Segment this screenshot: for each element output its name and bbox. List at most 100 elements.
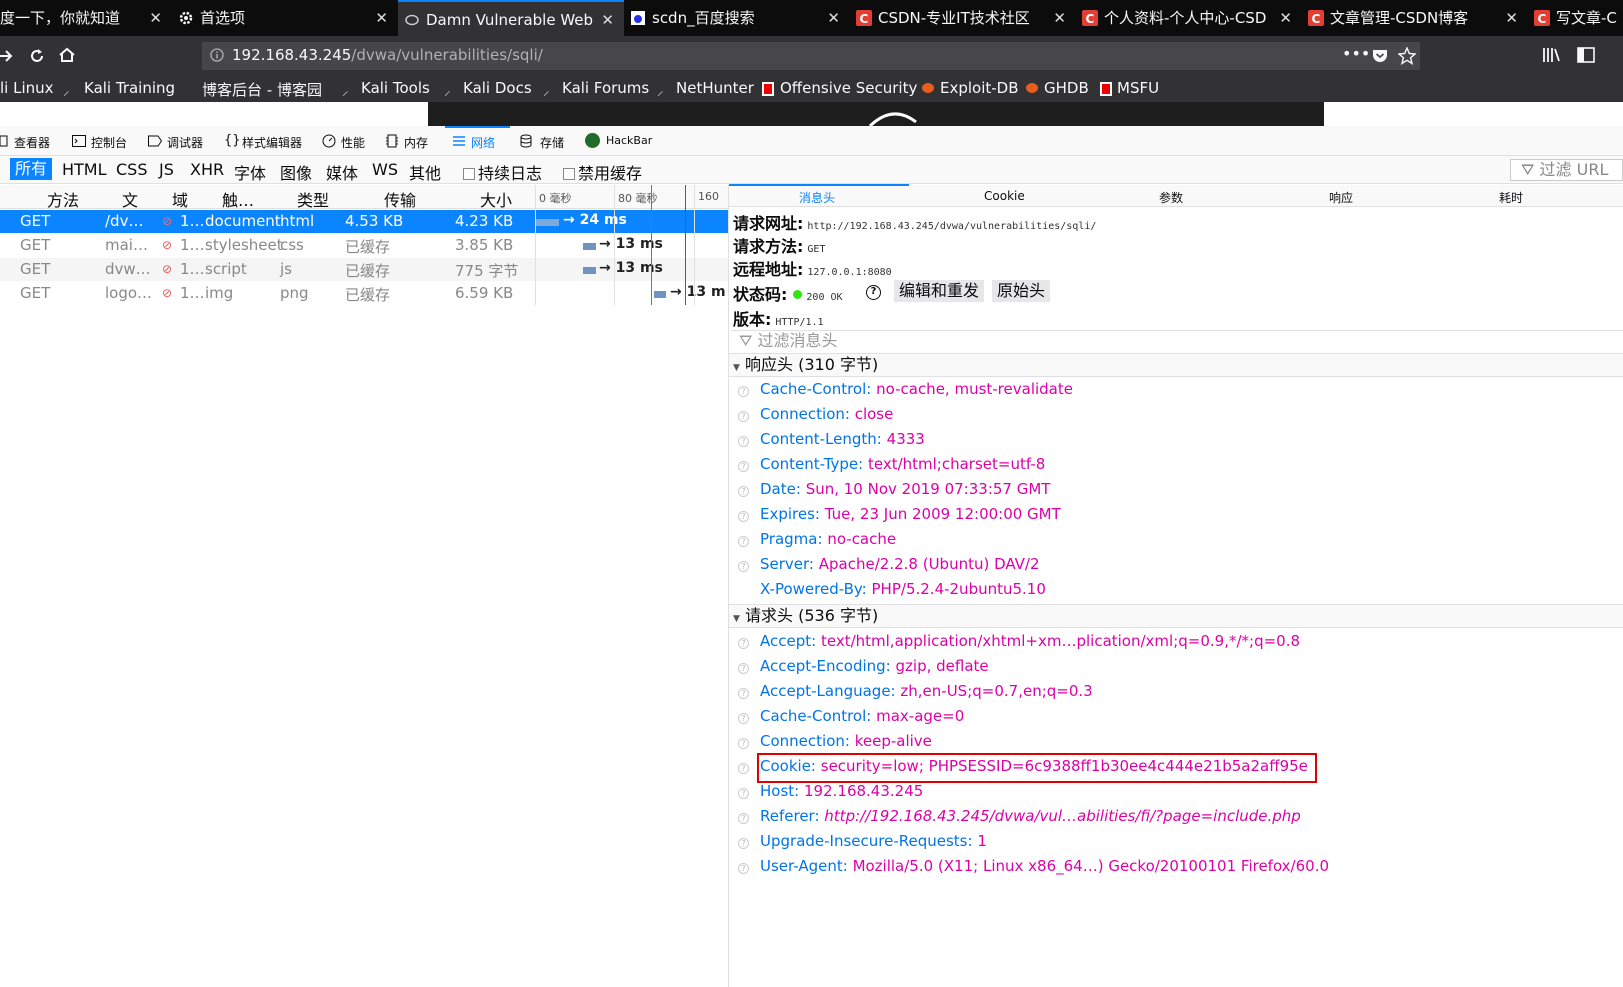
header-row[interactable]: User-Agent: Mozilla/5.0 (X11; Linux x86_… — [760, 857, 1329, 875]
sidebar-icon[interactable] — [1576, 46, 1596, 64]
tab-csdn[interactable]: C CSDN-专业IT技术社区 ✕ — [850, 0, 1076, 36]
filter-headers-input[interactable]: ⛛ 过滤消息头 — [731, 330, 1623, 352]
header-help-icon[interactable]: ? — [738, 561, 749, 572]
filter-html[interactable]: HTML — [62, 160, 107, 179]
header-help-icon[interactable]: ? — [738, 411, 749, 422]
tab-baidu-search[interactable]: scdn_百度搜索 ✕ — [624, 0, 850, 36]
tool-network[interactable]: 网络 — [471, 134, 495, 151]
close-icon[interactable]: ✕ — [1505, 0, 1518, 36]
bookmark-kali-tools[interactable]: Kali Tools — [361, 79, 430, 97]
filter-js[interactable]: JS — [159, 160, 174, 179]
header-help-icon[interactable]: ? — [738, 788, 749, 799]
filter-url-input[interactable]: ⛛ 过滤 URL — [1510, 159, 1623, 181]
tab-csdn-write[interactable]: C 写文章-C — [1528, 0, 1623, 36]
header-help-icon[interactable]: ? — [738, 863, 749, 874]
header-row[interactable]: Accept: text/html,application/xhtml+xm…p… — [760, 632, 1300, 650]
header-help-icon[interactable]: ? — [738, 436, 749, 447]
tool-storage[interactable]: 存储 — [540, 134, 564, 151]
filter-fonts[interactable]: 字体 — [234, 160, 266, 184]
tool-console[interactable]: 控制台 — [91, 134, 127, 151]
col-method[interactable]: 方法 — [47, 187, 79, 211]
edit-and-resend-button[interactable]: 编辑和重发 — [894, 280, 985, 302]
col-size[interactable]: 大小 — [480, 187, 512, 211]
tab-csdn-articles[interactable]: C 文章管理-CSDN博客 ✕ — [1302, 0, 1528, 36]
header-row[interactable]: Pragma: no-cache — [760, 530, 896, 548]
header-help-icon[interactable]: ? — [738, 763, 749, 774]
home-icon[interactable] — [58, 46, 76, 64]
header-help-icon[interactable]: ? — [738, 536, 749, 547]
header-row[interactable]: Connection: close — [760, 405, 893, 423]
header-row[interactable]: Content-Type: text/html;charset=utf-8 — [760, 455, 1045, 473]
bookmark-kali-linux[interactable]: li Linux — [0, 79, 54, 97]
tool-style-editor[interactable]: 样式编辑器 — [242, 134, 302, 151]
tab-cookies[interactable]: Cookie — [984, 189, 1025, 203]
col-cause[interactable]: 触… — [222, 187, 254, 211]
close-icon[interactable]: ✕ — [375, 0, 388, 36]
tool-memory[interactable]: 内存 — [404, 134, 428, 151]
tab-headers[interactable]: 消息头 — [799, 189, 835, 206]
filter-all[interactable]: 所有 — [10, 158, 53, 180]
header-help-icon[interactable]: ? — [738, 688, 749, 699]
persist-logs-option[interactable]: 持续日志 — [463, 160, 542, 184]
header-row[interactable]: Cache-Control: max-age=0 — [760, 707, 964, 725]
header-help-icon[interactable]: ? — [738, 511, 749, 522]
bookmark-nethunter[interactable]: NetHunter — [676, 79, 754, 97]
header-row[interactable]: Expires: Tue, 23 Jun 2009 12:00:00 GMT — [760, 505, 1061, 523]
request-row[interactable]: GET dvw… ⊘ 1… script js 已缓存 775 字节 → 13 … — [0, 258, 728, 281]
header-help-icon[interactable]: ? — [738, 486, 749, 497]
header-row[interactable]: Content-Length: 4333 — [760, 430, 925, 448]
pocket-icon[interactable] — [1372, 48, 1388, 64]
tab-preferences[interactable]: 首选项 ✕ — [172, 0, 398, 36]
disable-cache-option[interactable]: 禁用缓存 — [563, 160, 642, 184]
header-help-icon[interactable]: ? — [738, 713, 749, 724]
bookmark-exploit-db[interactable]: Exploit-DB — [940, 79, 1019, 97]
request-headers-section[interactable]: ▼ 请求头 (536 字节) — [729, 604, 1623, 628]
bookmark-kali-training[interactable]: Kali Training — [84, 79, 175, 97]
header-row[interactable]: Host: 192.168.43.245 — [760, 782, 923, 800]
close-icon[interactable]: ✕ — [1053, 0, 1066, 36]
bookmark-offensive-security[interactable]: Offensive Security — [780, 79, 917, 97]
tab-dvwa[interactable]: Damn Vulnerable Web ✕ — [398, 0, 624, 36]
tool-hackbar[interactable]: HackBar — [606, 134, 652, 147]
header-help-icon[interactable]: ? — [738, 813, 749, 824]
filter-media[interactable]: 媒体 — [326, 160, 358, 184]
tab-timings[interactable]: 耗时 — [1499, 189, 1523, 206]
tab-csdn-profile[interactable]: C 个人资料-个人中心-CSD ✕ — [1076, 0, 1302, 36]
header-row[interactable]: Upgrade-Insecure-Requests: 1 — [760, 832, 987, 850]
filter-css[interactable]: CSS — [116, 160, 147, 179]
request-row[interactable]: GET mai… ⊘ 1… stylesheet css 已缓存 3.85 KB… — [0, 234, 728, 257]
bookmark-star-icon[interactable] — [1398, 47, 1416, 65]
header-row[interactable]: Cache-Control: no-cache, must-revalidate — [760, 380, 1073, 398]
info-icon[interactable] — [210, 48, 224, 62]
disable-cache-checkbox[interactable] — [563, 168, 575, 180]
bookmark-msfu[interactable]: MSFU — [1117, 79, 1159, 97]
request-row[interactable]: GET logo… ⊘ 1… img png 已缓存 6.59 KB → 13 … — [0, 282, 728, 305]
col-domain[interactable]: 域 — [172, 187, 188, 211]
tab-response[interactable]: 响应 — [1329, 189, 1353, 206]
tab-params[interactable]: 参数 — [1159, 189, 1183, 206]
col-file[interactable]: 文 — [122, 187, 138, 211]
bookmark-cnblogs[interactable]: 博客后台 - 博客园 — [202, 79, 322, 100]
col-transferred[interactable]: 传输 — [384, 187, 416, 211]
panel-splitter[interactable] — [728, 185, 729, 987]
bookmark-ghdb[interactable]: GHDB — [1044, 79, 1089, 97]
header-row[interactable]: Connection: keep-alive — [760, 732, 932, 750]
reload-icon[interactable] — [28, 47, 46, 65]
tool-inspector[interactable]: 查看器 — [14, 134, 50, 151]
response-headers-section[interactable]: ▼ 响应头 (310 字节) — [729, 353, 1623, 377]
header-help-icon[interactable]: ? — [738, 461, 749, 472]
tool-performance[interactable]: 性能 — [341, 134, 365, 151]
header-row[interactable]: Accept-Encoding: gzip, deflate — [760, 657, 989, 675]
tool-debugger[interactable]: 调试器 — [167, 134, 203, 151]
bookmark-kali-docs[interactable]: Kali Docs — [463, 79, 532, 97]
filter-other[interactable]: 其他 — [409, 160, 441, 184]
close-icon[interactable]: ✕ — [827, 0, 840, 36]
header-help-icon[interactable]: ? — [738, 838, 749, 849]
url-bar[interactable]: 192.168.43.245/dvwa/vulnerabilities/sqli… — [202, 42, 1420, 70]
header-row[interactable]: Server: Apache/2.2.8 (Ubuntu) DAV/2 — [760, 555, 1040, 573]
persist-logs-checkbox[interactable] — [463, 168, 475, 180]
col-type[interactable]: 类型 — [297, 187, 329, 211]
close-icon[interactable]: ✕ — [601, 2, 614, 36]
close-icon[interactable]: ✕ — [1279, 0, 1292, 36]
filter-ws[interactable]: WS — [372, 160, 398, 179]
